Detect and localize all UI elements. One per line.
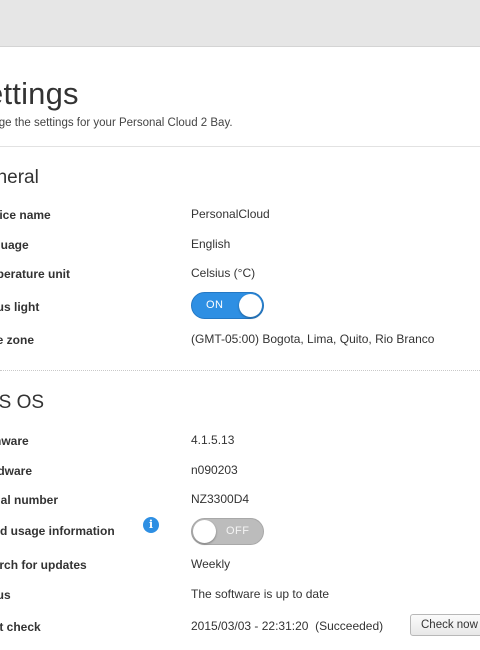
status-light-label: atus light <box>0 300 40 314</box>
language-value[interactable]: English <box>191 237 230 251</box>
last-check-label: ast check <box>0 620 41 634</box>
status-light-toggle[interactable]: ON <box>191 292 264 319</box>
firmware-label: rmware <box>0 434 29 448</box>
last-check-value: 2015/03/03 - 22:31:20 (Succeeded) <box>191 619 384 633</box>
time-zone-value[interactable]: (GMT-05:00) Bogota, Lima, Quito, Rio Bra… <box>191 332 434 346</box>
serial-number-value: NZ3300D4 <box>191 492 250 506</box>
check-now-button[interactable]: Check now <box>410 614 480 636</box>
temperature-unit-value[interactable]: Celsius (°C) <box>191 266 255 280</box>
toggle-knob <box>239 294 262 317</box>
top-bar <box>0 0 480 47</box>
language-label: nguage <box>0 238 29 252</box>
status-value: The software is up to date <box>191 587 330 601</box>
serial-number-label: erial number <box>0 493 59 507</box>
firmware-value: 4.1.5.13 <box>191 433 235 447</box>
section-title-general: eneral <box>0 167 39 188</box>
device-name-value[interactable]: PersonalCloud <box>191 207 270 221</box>
send-usage-label: end usage information <box>0 524 115 538</box>
toggle-knob <box>193 520 216 543</box>
send-usage-toggle[interactable]: OFF <box>191 518 264 545</box>
toggle-state-label: ON <box>206 299 224 311</box>
status-label: atus <box>0 588 11 602</box>
toggle-state-label: OFF <box>226 525 250 537</box>
section-title-nas-os: AS OS <box>0 392 45 413</box>
temperature-unit-label: mperature unit <box>0 267 71 281</box>
header-divider <box>0 146 480 147</box>
time-zone-label: me zone <box>0 333 35 347</box>
page-title: ettings <box>0 76 79 111</box>
search-updates-label: earch for updates <box>0 558 87 572</box>
hardware-value: n090203 <box>191 463 238 477</box>
info-icon[interactable]: i <box>143 517 159 533</box>
search-updates-value[interactable]: Weekly <box>191 557 230 571</box>
page-subtitle: nage the settings for your Personal Clou… <box>0 117 233 129</box>
section-divider <box>0 370 480 371</box>
device-name-label: evice name <box>0 208 51 222</box>
hardware-label: ardware <box>0 464 33 478</box>
